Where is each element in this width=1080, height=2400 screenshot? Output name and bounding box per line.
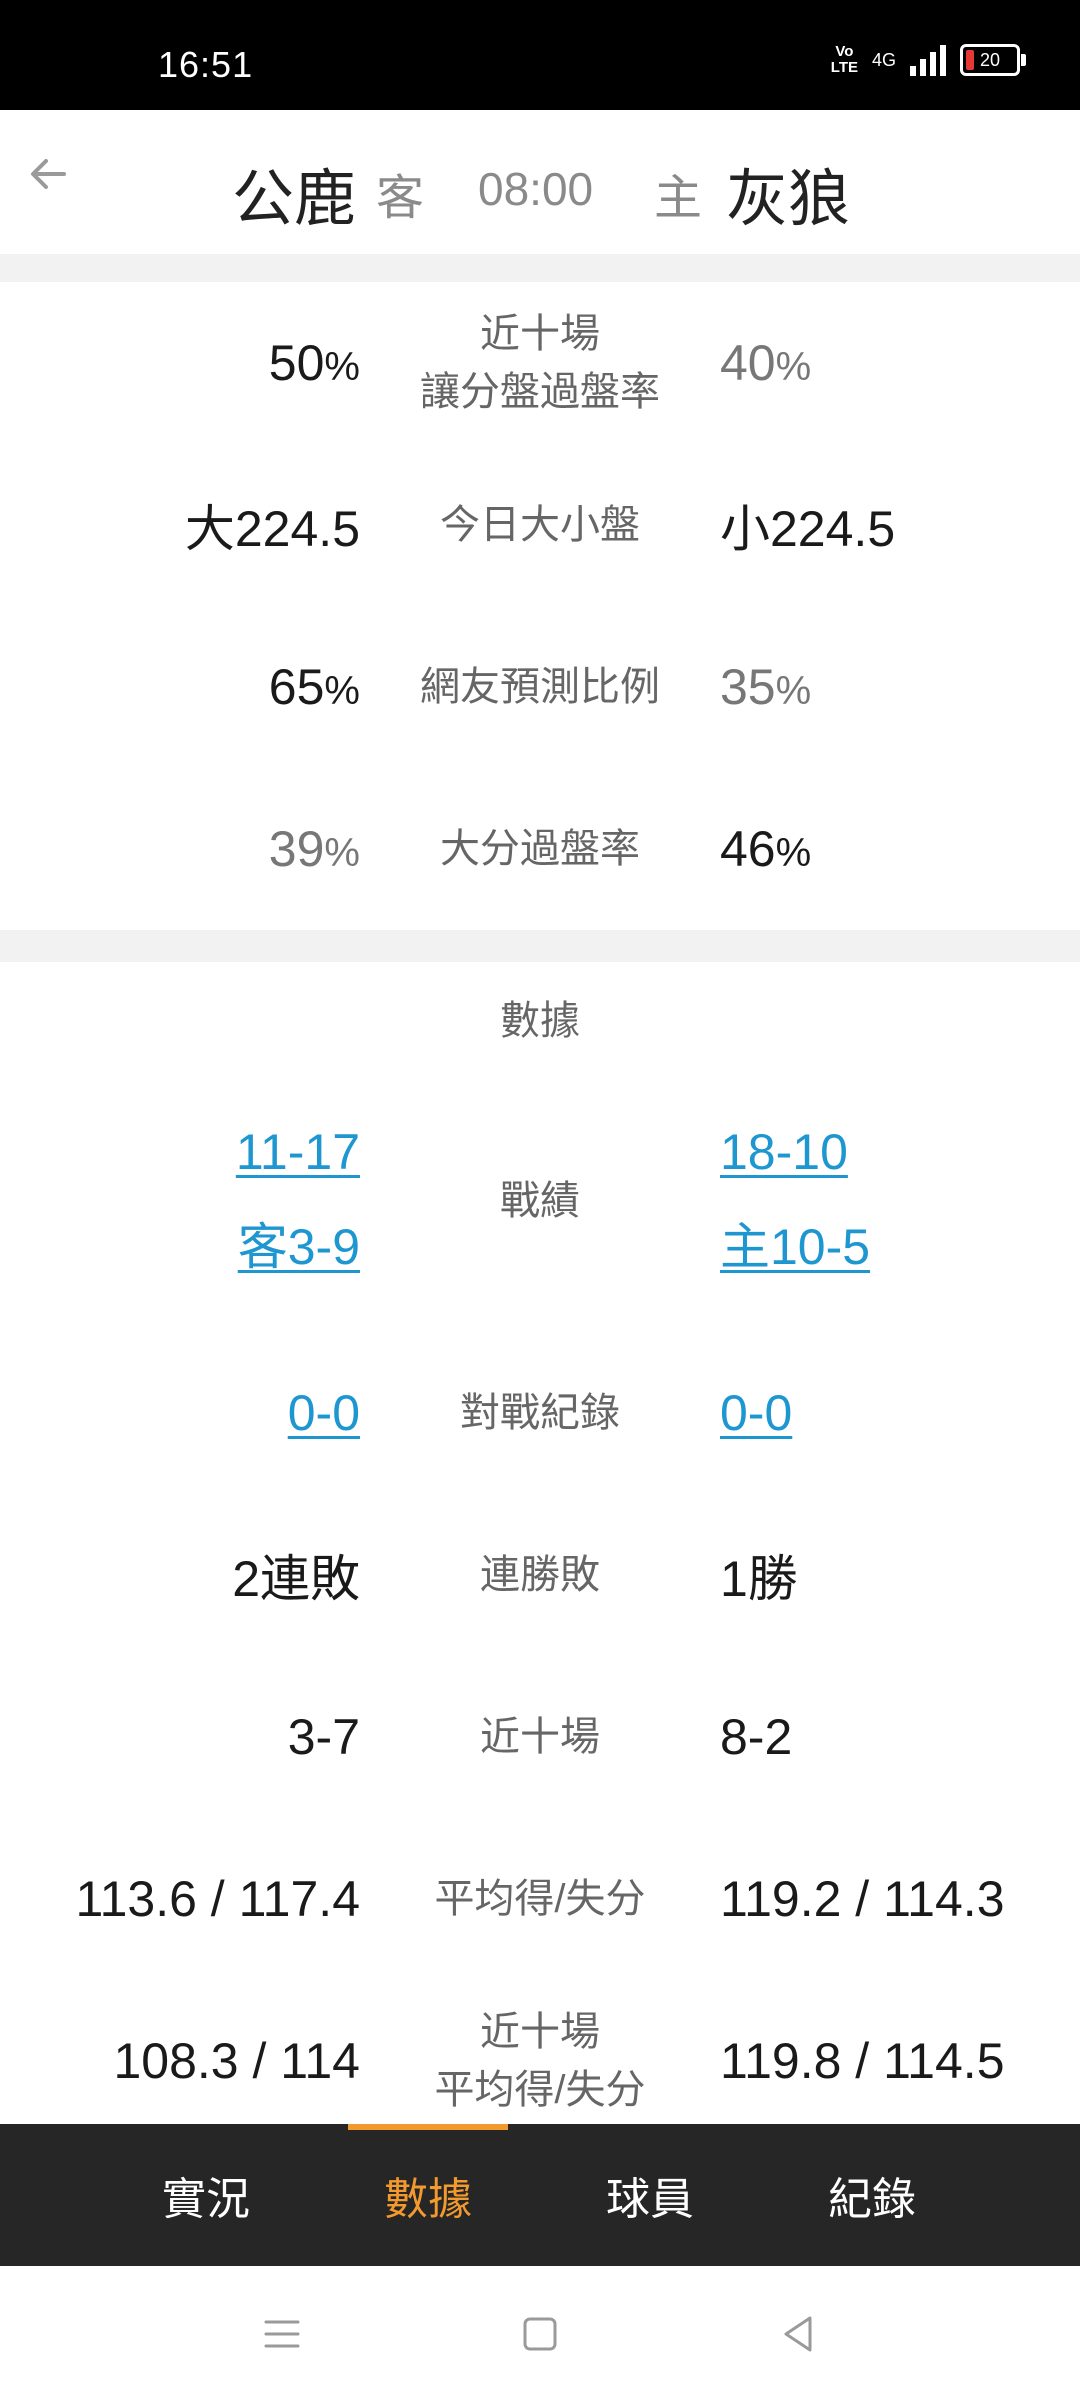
away-tag: 客 — [376, 172, 425, 225]
home-value: 40% — [720, 335, 812, 391]
status-icons: Vo LTE 4G 20 — [830, 43, 1026, 76]
home-value: 35% — [720, 659, 812, 715]
status-bar: 16:51 Vo LTE 4G 20 — [0, 0, 1080, 110]
last-ten-row: 3-7 近十場 8-2 — [0, 1656, 1080, 1820]
row-label: 對戰紀錄 — [460, 1391, 620, 1435]
away-value: 3-7 — [287, 1709, 360, 1765]
fan-prediction-row: 65% 網友預測比例 35% — [0, 606, 1080, 770]
over-cover-rate-row: 39% 大分過盤率 46% — [0, 768, 1080, 930]
away-value: 0-0 — [288, 1384, 360, 1442]
row-label: 今日大小盤 — [440, 503, 640, 547]
tab-live[interactable]: 實況 — [126, 2124, 286, 2266]
section-title: 數據 — [500, 999, 580, 1043]
ats-cover-rate-row: 50% 近十場 讓分盤過盤率 40% — [0, 282, 1080, 446]
away-value: 65% — [268, 659, 360, 715]
row-label: 近十場 讓分盤過盤率 — [420, 312, 660, 414]
game-time: 08:00 — [478, 163, 594, 215]
network-type: 4G — [871, 49, 896, 70]
home-record: 18-10 主10-5 — [720, 1123, 870, 1279]
home-value: 小224.5 — [720, 501, 896, 557]
row-label: 戰績 — [500, 1179, 580, 1223]
row-label: 網友預測比例 — [420, 665, 660, 709]
home-value: 119.2 / 114.3 — [720, 1871, 1005, 1927]
tab-label: 球員 — [606, 2175, 694, 2224]
home-home-record-link[interactable]: 主10-5 — [720, 1207, 870, 1279]
menu-icon[interactable] — [258, 2310, 306, 2358]
divider-band — [0, 930, 1080, 962]
away-road-record-link[interactable]: 客3-9 — [238, 1207, 360, 1279]
battery-level: 20 — [979, 49, 1001, 70]
row-label: 大分過盤率 — [440, 827, 640, 871]
home-h2h-link[interactable]: 0-0 — [720, 1385, 792, 1441]
home-icon[interactable] — [516, 2310, 564, 2358]
home-overall-record-link[interactable]: 18-10 — [720, 1123, 870, 1181]
total-line-row: 大224.5 今日大小盤 小224.5 — [0, 444, 1080, 608]
avg-points-row: 113.6 / 117.4 平均得/失分 119.2 / 114.3 — [0, 1818, 1080, 1982]
home-value: 8-2 — [720, 1709, 793, 1765]
home-value: 46% — [720, 821, 812, 877]
home-value: 119.8 / 114.5 — [720, 2033, 1005, 2089]
status-time: 16:51 — [158, 44, 254, 85]
signal-icon — [910, 44, 946, 76]
streak-row: 2連敗 連勝敗 1勝 — [0, 1494, 1080, 1658]
away-h2h-link[interactable]: 0-0 — [288, 1385, 360, 1441]
last-ten-avg-row: 108.3 / 114 近十場 平均得/失分 119.8 / 114.5 — [0, 1980, 1080, 2142]
away-value: 113.6 / 117.4 — [75, 1871, 361, 1927]
tab-label: 數據 — [384, 2175, 472, 2224]
record-row: 11-17 客3-9 戰績 18-10 主10-5 — [0, 1070, 1080, 1334]
row-label: 平均得/失分 — [434, 1877, 646, 1921]
home-value: 0-0 — [720, 1384, 792, 1442]
tab-label: 紀錄 — [828, 2175, 916, 2224]
away-record: 11-17 客3-9 — [236, 1123, 360, 1279]
away-value: 50% — [268, 335, 360, 391]
match-header: 公鹿 客 08:00 主 灰狼 — [0, 110, 1080, 254]
away-value: 39% — [268, 821, 360, 877]
volte-icon: Vo LTE — [830, 43, 858, 76]
tab-records[interactable]: 紀錄 — [792, 2124, 952, 2266]
back-arrow-icon[interactable] — [24, 150, 72, 198]
home-value: 1勝 — [720, 1551, 798, 1607]
home-team-name: 灰狼 — [726, 165, 851, 234]
away-team-name: 公鹿 — [232, 165, 357, 234]
head-to-head-row: 0-0 對戰紀錄 0-0 — [0, 1332, 1080, 1496]
row-label: 連勝敗 — [480, 1553, 600, 1597]
active-tab-indicator — [348, 2124, 508, 2130]
row-label: 近十場 平均得/失分 — [434, 2010, 646, 2112]
tab-stats[interactable]: 數據 — [348, 2124, 508, 2266]
battery-icon: 20 — [960, 44, 1026, 76]
row-label: 近十場 — [480, 1715, 600, 1759]
divider-band — [0, 254, 1080, 282]
back-icon[interactable] — [774, 2310, 822, 2358]
tab-label: 實況 — [162, 2175, 250, 2224]
tab-players[interactable]: 球員 — [570, 2124, 730, 2266]
away-value: 108.3 / 114 — [113, 2033, 360, 2089]
away-value: 大224.5 — [184, 501, 360, 557]
bottom-tab-bar: 實況 數據 球員 紀錄 — [0, 2124, 1080, 2266]
away-overall-record-link[interactable]: 11-17 — [236, 1123, 360, 1181]
system-nav-bar — [0, 2266, 1080, 2400]
away-value: 2連敗 — [232, 1551, 360, 1607]
home-tag: 主 — [654, 172, 703, 225]
